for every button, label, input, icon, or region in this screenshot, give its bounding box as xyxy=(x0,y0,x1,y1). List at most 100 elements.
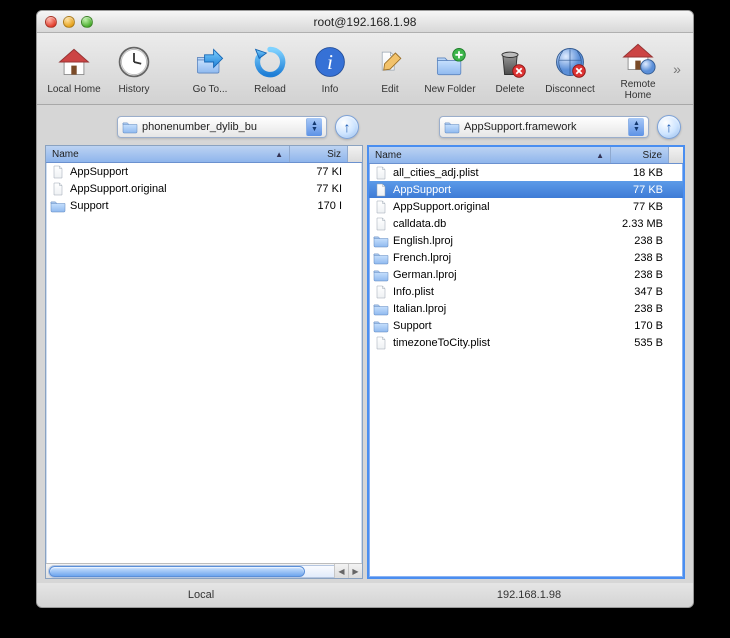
toolbar: Local Home History Go To... Reload Info xyxy=(37,33,693,105)
file-name: AppSupport xyxy=(393,184,611,196)
delete-button[interactable]: Delete xyxy=(481,37,539,101)
file-size: 18 KB xyxy=(611,167,669,179)
toolbar-label: Remote Home xyxy=(609,79,667,101)
up-arrow-icon: ↑ xyxy=(344,119,351,135)
local-column-size[interactable]: Siz xyxy=(290,146,348,162)
up-arrow-icon: ↑ xyxy=(666,119,673,135)
local-path-text: phonenumber_dylib_bu xyxy=(142,121,302,133)
file-row[interactable]: French.lproj238 B xyxy=(369,249,683,266)
new-folder-icon xyxy=(430,42,470,82)
file-row[interactable]: English.lproj238 B xyxy=(369,232,683,249)
folder-icon xyxy=(373,251,389,265)
reload-button[interactable]: Reload xyxy=(241,37,299,101)
toolbar-label: Edit xyxy=(381,84,398,95)
file-row[interactable]: Support170 I xyxy=(46,197,362,214)
edit-button[interactable]: Edit xyxy=(361,37,419,101)
local-file-list[interactable]: Name ▲ Siz AppSupport77 KIAppSupport.ori… xyxy=(45,145,363,579)
house-icon xyxy=(54,42,94,82)
remote-file-list[interactable]: Name ▲ Size all_cities_adj.plist18 KBApp… xyxy=(367,145,685,579)
folder-icon xyxy=(373,319,389,333)
file-row[interactable]: calldata.db2.33 MB xyxy=(369,215,683,232)
remote-footer-label: 192.168.1.98 xyxy=(365,583,693,607)
popup-caret-icon: ▲▼ xyxy=(306,118,322,136)
file-name: timezoneToCity.plist xyxy=(393,337,611,349)
edit-icon xyxy=(370,42,410,82)
file-size: 238 B xyxy=(611,303,669,315)
file-name: AppSupport.original xyxy=(70,183,290,195)
file-row[interactable]: Support170 B xyxy=(369,317,683,334)
file-row[interactable]: Italian.lproj238 B xyxy=(369,300,683,317)
local-path-popup[interactable]: phonenumber_dylib_bu ▲▼ xyxy=(117,116,327,138)
file-row[interactable]: AppSupport77 KI xyxy=(46,163,362,180)
file-row[interactable]: all_cities_adj.plist18 KB xyxy=(369,164,683,181)
file-size: 238 B xyxy=(611,252,669,264)
folder-icon xyxy=(373,234,389,248)
local-column-name[interactable]: Name ▲ xyxy=(46,146,290,162)
column-spacer xyxy=(669,147,683,163)
house-globe-icon xyxy=(618,37,658,77)
local-footer-label: Local xyxy=(37,583,365,607)
local-home-button[interactable]: Local Home xyxy=(45,37,103,101)
file-size: 170 B xyxy=(611,320,669,332)
file-name: calldata.db xyxy=(393,218,611,230)
file-size: 238 B xyxy=(611,235,669,247)
document-icon xyxy=(373,166,389,180)
new-folder-button[interactable]: New Folder xyxy=(421,37,479,101)
local-scrollbar[interactable]: ◀▶ xyxy=(46,563,362,578)
file-name: Info.plist xyxy=(393,286,611,298)
toolbar-label: New Folder xyxy=(424,84,475,95)
remote-up-button[interactable]: ↑ xyxy=(657,115,681,139)
file-name: English.lproj xyxy=(393,235,611,247)
file-name: Support xyxy=(393,320,611,332)
file-row[interactable]: Info.plist347 B xyxy=(369,283,683,300)
file-row[interactable]: AppSupport.original77 KI xyxy=(46,180,362,197)
file-name: Support xyxy=(70,200,290,212)
scroll-left-icon[interactable]: ◀ xyxy=(334,564,348,578)
titlebar: root@192.168.1.98 xyxy=(37,11,693,33)
popup-caret-icon: ▲▼ xyxy=(628,118,644,136)
file-row[interactable]: AppSupport77 KB xyxy=(369,181,683,198)
toolbar-label: Go To... xyxy=(193,84,228,95)
info-button[interactable]: Info xyxy=(301,37,359,101)
file-size: 77 KI xyxy=(290,183,348,195)
disconnect-button[interactable]: Disconnect xyxy=(541,37,599,101)
go-to-button[interactable]: Go To... xyxy=(181,37,239,101)
toolbar-label: Disconnect xyxy=(545,84,594,95)
footer: Local 192.168.1.98 xyxy=(37,583,693,607)
file-size: 535 B xyxy=(611,337,669,349)
folder-icon xyxy=(122,120,138,134)
remote-home-button[interactable]: Remote Home xyxy=(609,37,667,101)
toolbar-label: History xyxy=(118,84,149,95)
history-button[interactable]: History xyxy=(105,37,163,101)
file-size: 347 B xyxy=(611,286,669,298)
file-size: 77 KB xyxy=(611,184,669,196)
folder-icon xyxy=(50,199,66,213)
file-size: 77 KI xyxy=(290,166,348,178)
local-pane: phonenumber_dylib_bu ▲▼ ↑ Name ▲ Siz App… xyxy=(45,113,363,579)
local-up-button[interactable]: ↑ xyxy=(335,115,359,139)
file-size: 170 I xyxy=(290,200,348,212)
remote-column-name[interactable]: Name ▲ xyxy=(369,147,611,163)
remote-column-size[interactable]: Size xyxy=(611,147,669,163)
remote-pane: AppSupport.framework ▲▼ ↑ Name ▲ Size al… xyxy=(367,113,685,579)
scroll-right-icon[interactable]: ▶ xyxy=(348,564,362,578)
clock-icon xyxy=(114,42,154,82)
file-name: Italian.lproj xyxy=(393,303,611,315)
remote-path-text: AppSupport.framework xyxy=(464,121,624,133)
folder-icon xyxy=(373,302,389,316)
file-name: all_cities_adj.plist xyxy=(393,167,611,179)
file-row[interactable]: timezoneToCity.plist535 B xyxy=(369,334,683,351)
window-title: root@192.168.1.98 xyxy=(37,15,693,29)
document-icon xyxy=(50,182,66,196)
toolbar-overflow[interactable]: » xyxy=(669,61,685,77)
file-name: AppSupport.original xyxy=(393,201,611,213)
file-row[interactable]: German.lproj238 B xyxy=(369,266,683,283)
toolbar-label: Info xyxy=(322,84,339,95)
file-size: 77 KB xyxy=(611,201,669,213)
window: root@192.168.1.98 Local Home History Go … xyxy=(36,10,694,608)
document-icon xyxy=(373,285,389,299)
file-row[interactable]: AppSupport.original77 KB xyxy=(369,198,683,215)
sort-asc-icon: ▲ xyxy=(275,150,283,159)
toolbar-label: Reload xyxy=(254,84,286,95)
remote-path-popup[interactable]: AppSupport.framework ▲▼ xyxy=(439,116,649,138)
